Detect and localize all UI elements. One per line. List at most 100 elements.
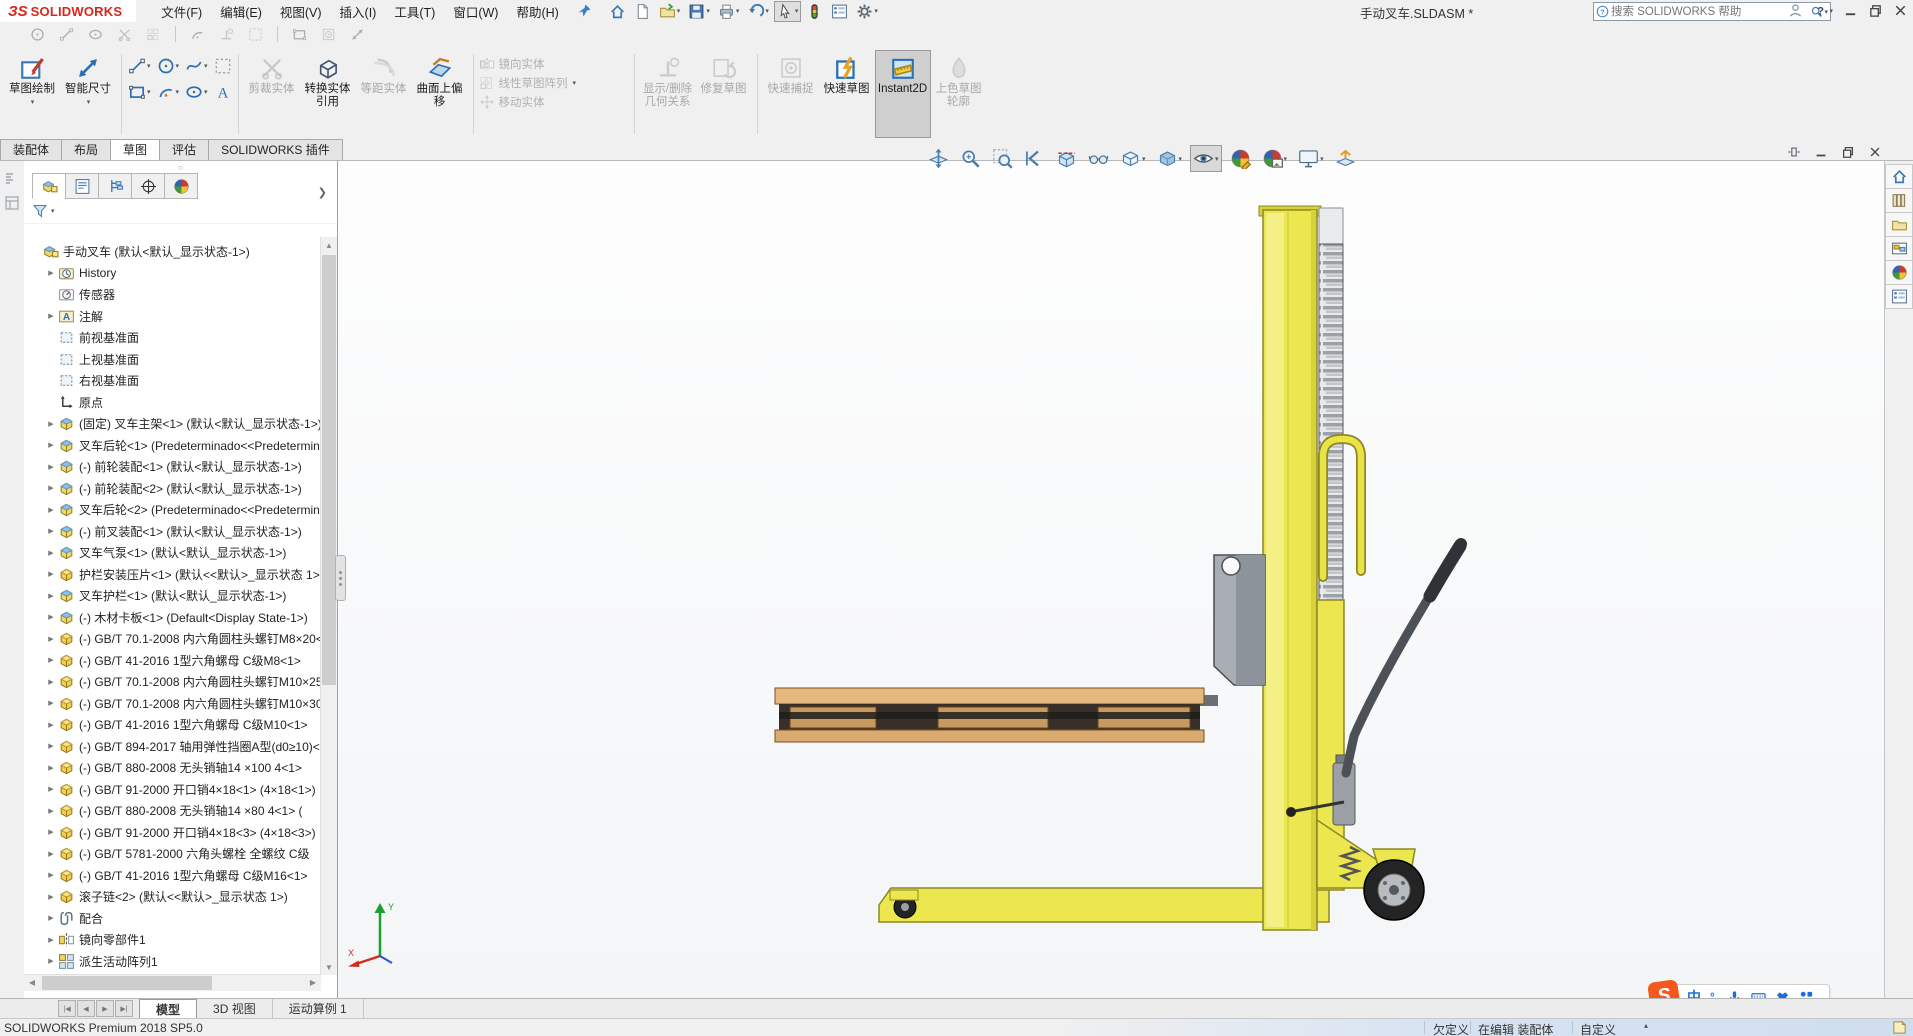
circle-tool-button[interactable]: ▾ [156, 56, 181, 76]
shaded-button[interactable]: 上色草图轮廓 [931, 50, 987, 138]
panel-resize-grip[interactable]: ○ [24, 161, 337, 173]
dropdown-icon[interactable]: ▾ [204, 62, 208, 70]
expand-arrow-icon[interactable]: ▶ [44, 764, 58, 772]
tree-item[interactable]: 上视基准面 [24, 349, 321, 371]
rectangle-tool-icon[interactable] [292, 27, 307, 42]
view-palette-button[interactable] [1885, 236, 1913, 261]
rect-tool-button[interactable]: ▾ [127, 82, 152, 102]
tree-item[interactable]: ▶ (固定) 叉车主架<1> (默认<默认_显示状态-1>) [24, 413, 321, 435]
filter-dropdown-icon[interactable]: ▾ [51, 207, 55, 215]
sogou-logo-icon[interactable]: S [1647, 979, 1681, 998]
expand-arrow-icon[interactable]: ▶ [44, 420, 58, 428]
ellipse-tool-icon[interactable] [88, 27, 103, 42]
dropdown-icon[interactable]: ▾ [1284, 155, 1288, 163]
expand-arrow-icon[interactable]: ▶ [44, 312, 58, 320]
next-tab-button[interactable]: ▶ [96, 1000, 114, 1017]
expand-arrow-icon[interactable]: ▶ [44, 463, 58, 471]
tree-item[interactable]: ▶ 配合 [24, 908, 321, 930]
mirror-button[interactable]: 镜向实体 [479, 56, 629, 72]
open-file-button[interactable]: ▾ [656, 1, 684, 22]
pane-toggle-icon[interactable] [4, 171, 20, 187]
move-button[interactable]: 移动实体 [479, 94, 629, 110]
instant2d-button[interactable]: Instant2D [874, 50, 931, 138]
menu-2[interactable]: 编辑(E) [211, 0, 271, 24]
rebuild-button[interactable] [803, 1, 826, 22]
dropdown-icon[interactable]: ▾ [147, 88, 151, 96]
circle-tool-icon[interactable] [30, 27, 45, 42]
expand-arrow-icon[interactable]: ▶ [44, 742, 58, 750]
tree-item[interactable]: ▶ (-) 前轮装配<1> (默认<默认_显示状态-1>) [24, 456, 321, 478]
appearances-button[interactable] [1885, 260, 1913, 285]
tree-item[interactable]: ▶ (-) GB/T 894-2017 轴用弹性挡圈A型(d0≥10)<1> [24, 736, 321, 758]
tree-item[interactable]: ▶ 叉车后轮<1> (Predeterminado<<Predeterminado… [24, 435, 321, 457]
pick-tool-icon[interactable] [321, 27, 336, 42]
dropdown-icon[interactable]: ▾ [204, 88, 208, 96]
trim-tool-icon[interactable] [117, 27, 132, 42]
prev-tab-button[interactable]: ◀ [77, 1000, 95, 1017]
dock-button[interactable] [1782, 143, 1806, 161]
line-tool-button[interactable]: ▾ [127, 56, 152, 76]
tree-item[interactable]: ▶ (-) 木材卡板<1> (Default<Display State-1>) [24, 607, 321, 629]
smartdim-button[interactable]: 智能尺寸 ▾ [60, 50, 116, 138]
model-wooden-pallet[interactable] [774, 687, 1205, 743]
dropdown-icon[interactable]: ▾ [87, 96, 91, 109]
scroll-left-icon[interactable]: ◀ [24, 975, 40, 989]
tree-item[interactable]: 手动叉车 (默认<默认_显示状态-1>) [24, 241, 321, 263]
tree-item[interactable]: ▶ (-) GB/T 41-2016 1型六角螺母 C级M8<1> [24, 650, 321, 672]
pattern-tool-icon[interactable] [248, 27, 263, 42]
snap-button[interactable]: 快速捕捉 [763, 50, 819, 138]
tab-评估[interactable]: 评估 [159, 139, 210, 160]
minimize-button[interactable] [1809, 143, 1833, 161]
settings-gear-button[interactable]: ▾ [853, 1, 881, 22]
tree-item[interactable]: 前视基准面 [24, 327, 321, 349]
tree-item[interactable]: ▶ History [24, 263, 321, 285]
options-list-button[interactable] [828, 1, 851, 22]
offset-button[interactable]: 等距实体 [356, 50, 412, 138]
dropdown-icon[interactable]: ▾ [765, 7, 769, 15]
menu-3[interactable]: 视图(V) [271, 0, 331, 24]
close-button[interactable] [1863, 143, 1887, 161]
model-fork-carriage[interactable] [1213, 554, 1266, 686]
first-tab-button[interactable]: |◀ [58, 1000, 76, 1017]
dropdown-icon[interactable]: ▾ [677, 7, 681, 15]
skin-icon[interactable] [1775, 990, 1790, 998]
tree-item[interactable]: ▶ (-) GB/T 70.1-2008 内六角圆柱头螺钉M10×30<1> [24, 693, 321, 715]
expand-arrow-icon[interactable]: ▶ [44, 871, 58, 879]
tree-item[interactable]: ▶ (-) GB/T 5781-2000 六角头螺栓 全螺纹 C级 [24, 843, 321, 865]
keyboard-icon[interactable] [1751, 990, 1766, 998]
undo-button[interactable]: ▾ [744, 1, 772, 22]
rapid-button[interactable]: 快速草图 [819, 50, 875, 138]
user-button[interactable] [1785, 1, 1806, 20]
status-tag-icon[interactable] [1892, 1020, 1907, 1035]
restore-button[interactable] [1836, 143, 1860, 161]
mirror-tool-icon[interactable] [146, 27, 161, 42]
home-button[interactable] [1885, 164, 1913, 189]
tree-item[interactable]: 右视基准面 [24, 370, 321, 392]
menu-6[interactable]: 窗口(W) [444, 0, 507, 24]
display-style-button[interactable]: ▾ [1154, 145, 1186, 172]
sogou-lang-toggle[interactable]: 中 [1687, 987, 1701, 998]
expand-arrow-icon[interactable]: ▶ [44, 850, 58, 858]
microphone-icon[interactable] [1727, 990, 1742, 998]
tree-item[interactable]: ▶ (-) GB/T 70.1-2008 内六角圆柱头螺钉M10×25<1> [24, 671, 321, 693]
tree-horizontal-scrollbar[interactable]: ◀ ▶ [24, 974, 321, 991]
doc-tab-模型[interactable]: 模型 [139, 999, 198, 1018]
arc-tool-button[interactable]: ▾ [156, 82, 181, 102]
print-button[interactable]: ▾ [715, 1, 743, 22]
tree-item[interactable]: ▶ 叉车后轮<2> (Predeterminado<<Predeterminado… [24, 499, 321, 521]
dropdown-icon[interactable]: ▾ [1179, 155, 1183, 163]
panel-flyout-icon[interactable]: ❯ [318, 186, 327, 199]
save-button[interactable]: ▾ [685, 1, 713, 22]
search-input[interactable] [1609, 4, 1811, 19]
tree-item[interactable]: ▶ (-) GB/T 91-2000 开口销4×18<3> (4×18<3>) [24, 822, 321, 844]
tree-item[interactable]: ▶ 叉车气泵<1> (默认<默认_显示状态-1>) [24, 542, 321, 564]
dropdown-icon[interactable]: ▾ [706, 7, 710, 15]
dimension-tool-icon[interactable] [350, 27, 365, 42]
dropdown-icon[interactable]: ▾ [1142, 155, 1146, 163]
tree-item[interactable]: ▶ (-) GB/T 41-2016 1型六角螺母 C级M16<1> [24, 865, 321, 887]
expand-arrow-icon[interactable]: ▶ [44, 613, 58, 621]
tab-草图[interactable]: 草图 [110, 139, 161, 160]
panel-splitter[interactable] [335, 555, 346, 601]
sogou-punct-toggle[interactable]: °, [1710, 990, 1718, 998]
repair-button[interactable]: 修复草图 [696, 50, 752, 138]
